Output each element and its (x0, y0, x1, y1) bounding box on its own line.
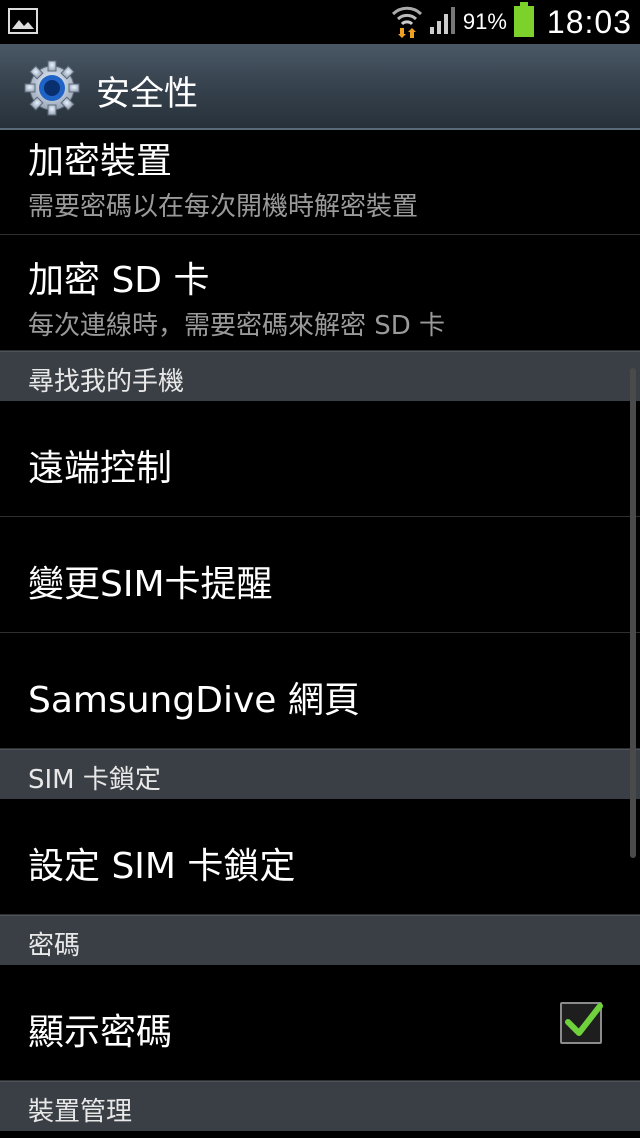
encrypt-sd-title: 加密 SD 卡 (28, 260, 210, 301)
sim-change-alert-item[interactable]: 變更SIM卡提醒 (0, 517, 640, 633)
encrypt-device-title: 加密裝置 (28, 141, 173, 182)
remote-controls-title: 遠端控制 (28, 448, 173, 489)
action-bar: 安全性 (0, 44, 640, 130)
section-header-device-admin: 裝置管理 (0, 1081, 640, 1131)
encrypt-sd-summary: 每次連線時，需要密碼來解密 SD 卡 (28, 311, 446, 341)
signal-icon (429, 5, 457, 39)
encrypt-sd-item[interactable]: 加密 SD 卡 每次連線時，需要密碼來解密 SD 卡 (0, 235, 640, 351)
clock: 18:03 (546, 3, 632, 40)
samsungdive-item[interactable]: SamsungDive 網頁 (0, 633, 640, 749)
section-header-sim-lock: SIM 卡鎖定 (0, 749, 640, 799)
battery-icon (513, 2, 535, 42)
battery-percent: 91% (462, 9, 507, 34)
show-password-item[interactable]: 顯示密碼 (0, 965, 640, 1081)
show-password-checkbox[interactable] (560, 1002, 603, 1044)
checkmark-icon (565, 1003, 603, 1036)
section-header-find-my-mobile: 尋找我的手機 (0, 351, 640, 401)
page-title: 安全性 (96, 74, 198, 114)
show-password-title: 顯示密碼 (28, 1012, 173, 1053)
section-label: 尋找我的手機 (28, 367, 185, 397)
image-notification-icon (8, 8, 38, 34)
samsungdive-title: SamsungDive 網頁 (28, 680, 360, 721)
encrypt-device-summary: 需要密碼以在每次開機時解密裝置 (28, 192, 419, 222)
scrollbar[interactable] (630, 368, 636, 858)
section-label: 密碼 (28, 931, 81, 961)
section-header-passwords: 密碼 (0, 915, 640, 965)
section-label: SIM 卡鎖定 (28, 765, 161, 795)
encrypt-device-item[interactable]: 加密裝置 需要密碼以在每次開機時解密裝置 (0, 132, 640, 235)
gear-icon[interactable] (24, 60, 80, 116)
remote-controls-item[interactable]: 遠端控制 (0, 401, 640, 517)
wifi-icon (391, 2, 423, 42)
set-sim-lock-item[interactable]: 設定 SIM 卡鎖定 (0, 799, 640, 915)
set-sim-lock-title: 設定 SIM 卡鎖定 (28, 846, 296, 887)
sim-change-alert-title: 變更SIM卡提醒 (28, 564, 273, 605)
section-label: 裝置管理 (28, 1097, 133, 1127)
status-bar: 91% 18:03 (0, 0, 640, 44)
settings-list: 加密裝置 需要密碼以在每次開機時解密裝置 加密 SD 卡 每次連線時，需要密碼來… (0, 132, 640, 1131)
